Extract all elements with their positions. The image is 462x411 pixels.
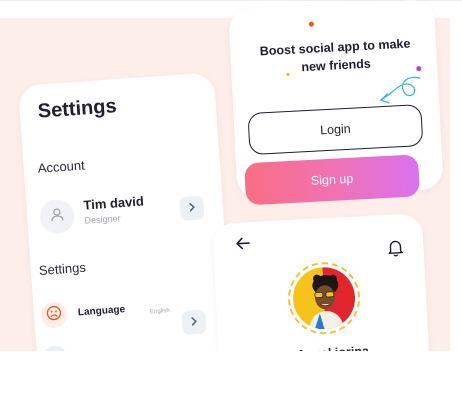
showcase-stage: Settings Account Tim david Designer Sett… — [0, 0, 462, 351]
settings-screen: Settings Account Tim david Designer Sett… — [18, 72, 235, 351]
decorative-dot — [286, 72, 290, 77]
user-name: Tim david — [82, 193, 145, 213]
wifi-icon-badge — [41, 345, 70, 351]
account-section-heading: Account — [37, 157, 86, 176]
chevron-right-icon — [186, 199, 197, 218]
profile-photo — [291, 265, 357, 331]
language-value: English — [149, 307, 170, 316]
decorative-dot — [416, 65, 422, 72]
language-label: Language — [77, 304, 126, 319]
language-icon-badge — [40, 301, 68, 329]
sad-face-icon — [45, 304, 62, 326]
settings-section-heading: Settings — [38, 259, 87, 278]
user-role: Designer — [84, 213, 121, 226]
user-icon — [48, 206, 65, 228]
language-chevron-button[interactable] — [181, 309, 207, 336]
login-button[interactable]: Login — [247, 104, 424, 156]
settings-title: Settings — [37, 95, 118, 123]
account-chevron-button[interactable] — [179, 195, 205, 221]
profile-screen: Angel jorina — [212, 213, 432, 351]
wifi-icon — [46, 348, 63, 351]
back-arrow-icon[interactable] — [235, 236, 252, 256]
onboarding-headline: Boost social app to make new friends — [259, 36, 411, 75]
bell-icon[interactable] — [387, 238, 404, 262]
decorative-dot — [308, 21, 314, 27]
chevron-right-icon — [188, 313, 199, 332]
avatar-ring — [286, 260, 362, 337]
profile-name: Angel jorina — [263, 342, 404, 351]
onboarding-screen: Boost social app to make new friends Log… — [228, 0, 444, 206]
user-avatar — [39, 198, 76, 235]
